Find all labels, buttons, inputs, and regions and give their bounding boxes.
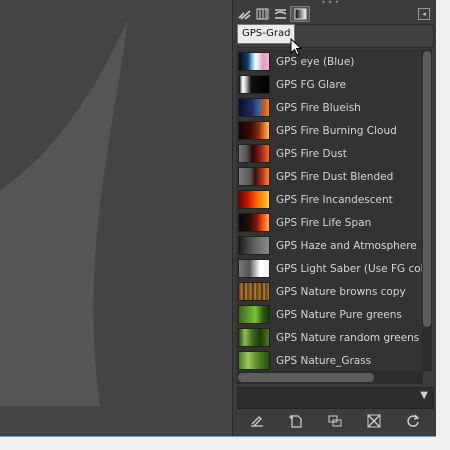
window-border-bottom	[0, 436, 436, 437]
gradient-list-item[interactable]: GPS Fire Incandescent	[236, 188, 422, 211]
gradient-list-item[interactable]: GPS Fire Burning Cloud	[236, 119, 422, 142]
gradient-preview-swatch	[238, 121, 270, 140]
gradient-preview-swatch	[238, 351, 270, 370]
gradient-name-label: GPS Nature_Grass	[276, 354, 372, 367]
gradient-preview-swatch	[238, 190, 270, 209]
canvas-shape	[0, 20, 128, 406]
gradient-preview-swatch	[238, 75, 270, 94]
gradient-list-item[interactable]: GPS Fire Blueish	[236, 96, 422, 119]
horizontal-scroll-thumb[interactable]	[238, 373, 374, 382]
gradient-preview-swatch	[238, 98, 270, 117]
tab-fonts[interactable]	[271, 6, 289, 21]
delete-gradient-icon	[367, 414, 380, 428]
gradient-preview-swatch	[238, 167, 270, 186]
gradient-list-item[interactable]: GPS Nature_Grass	[236, 349, 422, 371]
gradient-name-label: GPS Haze and Atmosphere	[276, 239, 417, 252]
brushes-icon	[237, 9, 251, 20]
gradient-preview-swatch	[238, 144, 270, 163]
gradient-name-label: GPS Fire Dust	[276, 147, 347, 160]
duplicate-gradient-button[interactable]	[326, 412, 344, 430]
gradient-preview-swatch	[238, 213, 270, 232]
gradient-list-item[interactable]: GPS Fire Dust	[236, 142, 422, 165]
gradient-name-label: GPS Fire Dust Blended	[276, 170, 394, 183]
gradient-preview-swatch	[238, 305, 270, 324]
new-gradient-button[interactable]	[287, 412, 305, 430]
gradient-name-label: GPS FG Glare	[276, 78, 347, 91]
edit-gradient-button[interactable]	[248, 412, 266, 430]
gradient-list-item[interactable]: GPS Nature Pure greens	[236, 303, 422, 326]
tag-combo-box[interactable]: ▼	[237, 387, 434, 409]
refresh-gradients-icon	[406, 414, 419, 427]
gradient-name-label: GPS Fire Incandescent	[276, 193, 393, 206]
new-gradient-icon	[288, 415, 302, 428]
gradient-name-label: GPS Nature browns copy	[276, 285, 406, 298]
horizontal-scrollbar[interactable]	[237, 371, 423, 384]
gradient-preview-swatch	[238, 328, 270, 347]
dock-tab-bar: ◂	[233, 6, 436, 22]
gradient-name-label: GPS Nature random greens	[276, 331, 420, 344]
edit-gradient-icon	[250, 416, 263, 427]
gradient-actions-bar	[237, 410, 432, 432]
gradient-list[interactable]: GPS eye (Blue) GPS FG Glare GPS Fire Bluei…	[236, 49, 422, 371]
gradient-list-item[interactable]: GPS eye (Blue)	[236, 50, 422, 73]
delete-gradient-button[interactable]	[365, 412, 383, 430]
gradient-list-item[interactable]: GPS Haze and Atmosphere	[236, 234, 422, 257]
gradient-list-item[interactable]: GPS Fire Life Span	[236, 211, 422, 234]
gradient-preview-swatch	[238, 259, 270, 278]
gradient-preview-swatch	[238, 236, 270, 255]
gradient-list-item[interactable]: GPS Light Saber (Use FG color)	[236, 257, 422, 280]
gradient-name-label: GPS Light Saber (Use FG color)	[276, 262, 422, 275]
gradient-name-label: GPS Fire Burning Cloud	[276, 124, 397, 137]
tab-menu-icon[interactable]: ◂	[418, 8, 430, 20]
gradient-preview-swatch	[238, 52, 270, 71]
gradient-name-label: GPS Nature Pure greens	[276, 308, 402, 321]
gradient-name-label: GPS Fire Life Span	[276, 216, 372, 229]
patterns-icon	[256, 8, 268, 19]
dock-grip-handle[interactable]: •••	[321, 0, 343, 7]
duplicate-gradient-icon	[328, 415, 341, 427]
mouse-cursor-icon	[290, 38, 303, 56]
vertical-scrollbar[interactable]	[422, 49, 432, 371]
gradient-list-item[interactable]: GPS Fire Dust Blended	[236, 165, 422, 188]
tab-brushes[interactable]	[235, 6, 253, 21]
vertical-scroll-thumb[interactable]	[423, 51, 431, 327]
gradient-preview-swatch	[238, 282, 270, 301]
image-canvas[interactable]	[0, 0, 232, 436]
tab-patterns[interactable]	[253, 6, 271, 21]
chevron-down-icon[interactable]: ▼	[420, 390, 428, 401]
gradient-name-label: GPS Fire Blueish	[276, 101, 361, 114]
gradients-icon	[294, 8, 306, 20]
gradient-list-item[interactable]: GPS FG Glare	[236, 73, 422, 96]
fonts-icon	[274, 8, 286, 19]
gradient-list-item[interactable]: GPS Nature browns copy	[236, 280, 422, 303]
gradient-name-label: GPS eye (Blue)	[276, 55, 355, 68]
tab-gradients[interactable]	[290, 6, 310, 22]
tooltip: GPS-Grad	[237, 24, 296, 44]
gradient-list-item[interactable]: GPS Nature random greens	[236, 326, 422, 349]
refresh-gradients-button[interactable]	[404, 412, 422, 430]
